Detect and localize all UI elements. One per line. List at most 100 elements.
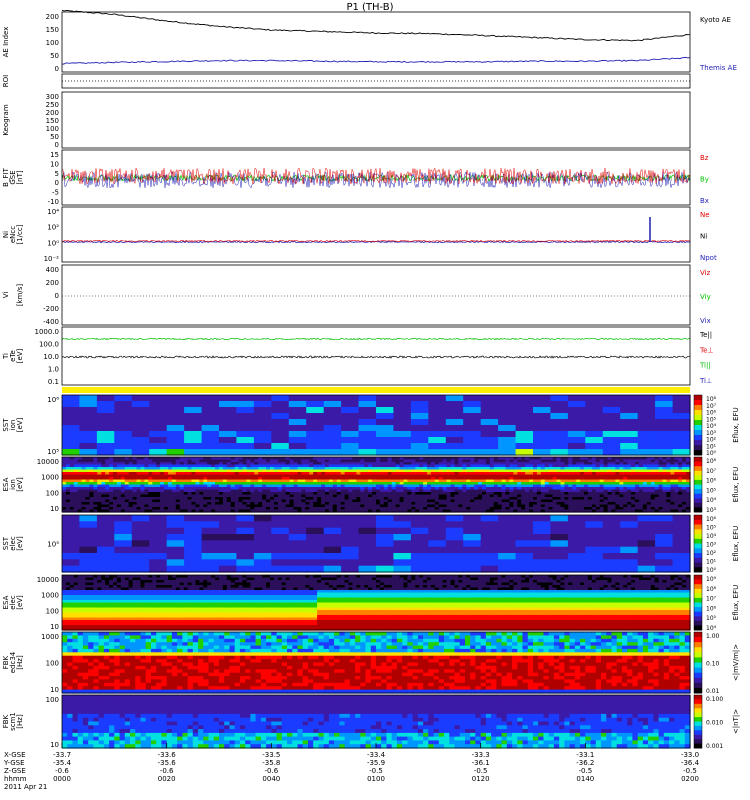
sst-elec-cells [62,515,691,573]
ae-ytick: 200 [46,13,59,21]
sst-elec-colorbar-tick: 10⁶ [706,516,717,523]
temperature-ytick: 10.0 [43,353,59,361]
fbk-e-colorbar-tick: 0.01 [706,688,720,695]
footer-x-value: -33.1 [576,751,594,759]
themis-overview-figure: P1 (TH-B) Kyoto AE Themis AE 200 150 100 50 0 A… [0,0,750,800]
sst-ion-cells [62,395,691,456]
sst-elec-ylabel3: [eV] [16,536,24,551]
velocity-ytick: -200 [43,305,59,313]
ae-ytick: 150 [46,26,59,34]
esa-ion-colorbar-tick: 10⁶ [706,478,717,485]
sst-ion-colorbar [693,394,703,456]
figure-canvas: P1 (TH-B) Kyoto AEThemis AE200150100500A… [2,2,740,791]
velocity-ylabel: Vi [2,292,10,299]
footer-t-value: 0020 [158,775,176,783]
footer-z-value: -0.5 [369,767,383,775]
footer-y-value: -36.2 [576,759,594,767]
temperature-ti-line [61,337,691,341]
density-ytick: 10² [47,224,59,232]
bfield-ytick: -10 [48,198,59,206]
keogram-ytick: 200 [46,109,59,117]
esa-elec-colorbar-tick: 10⁴ [706,625,717,632]
bfield-legend-1: By [700,176,709,184]
esa-ion-colorbar-tick: 10⁴ [706,497,717,504]
velocity-legend-2: Vix [700,317,711,325]
footer-y-value: -35.4 [53,759,72,767]
esa-ion-colorbar-tick: 10³ [706,507,717,514]
keogram-ytick: 250 [46,101,59,109]
sst-ion-zlabel: Eflux, EFU [732,407,740,442]
sst-elec-colorbar-tick: 10¹ [706,559,717,566]
temperature-legend-1: Te⊥ [699,346,714,354]
sst-ion-ytick: 10⁵ [47,448,59,456]
bfield-legend-0: Bz [700,154,709,162]
density-ylabel3: [1/cc] [16,224,24,244]
esa-elec-cells [62,575,691,631]
footer-row-label: X-GSE [4,751,26,759]
esa-elec-colorbar-tick: 10⁹ [706,576,717,583]
footer-x-value: -33.5 [262,751,280,759]
footer-t-value: 0120 [472,775,490,783]
figure-title: P1 (TH-B) [346,2,393,13]
esa-elec-ytick: 10000 [37,576,59,584]
footer-z-value: -0.5 [578,767,592,775]
sst-elec-colorbar [693,514,703,573]
esa-ion-colorbar [693,456,703,513]
esa-ion-ytick: 1000 [41,474,59,482]
temperature-ytick: 0.1 [48,378,59,386]
velocity-frame [61,264,691,326]
esa-elec-ylabel3: [eV] [16,595,24,610]
ae-ytick: 50 [50,52,59,60]
sst-ion-ytick: 10⁶ [47,396,59,404]
esa-ion-colorbar-tick: 10⁵ [706,487,717,494]
esa-elec-ytick: 10 [50,623,59,631]
keogram-ytick: 300 [46,93,59,101]
fbk-e-ytick: 1000 [41,633,59,641]
esa-elec-colorbar-tick: 10⁸ [706,586,717,593]
fbk-e-cells [62,632,691,694]
footer-t-value: 0100 [367,775,385,783]
velocity-ytick: 400 [46,266,59,274]
esa-ion-colorbar-tick: 10⁷ [706,468,717,475]
roi-ylabel: ROI [2,75,10,87]
esa-ion-zlabel: Eflux, EFU [732,467,740,502]
footer-x-value: -33.4 [367,751,386,759]
roi-frame [61,73,691,89]
sst-elec-colorbar-tick: 10⁰ [706,567,717,574]
keogram-ytick: 150 [46,117,59,125]
fbk-e-colorbar-tick: 0.10 [706,661,720,668]
footer-t-value: 0200 [681,775,699,783]
temperature-legend-3: Ti⊥ [699,377,712,385]
temperature-ytick: 1000.0 [35,328,60,336]
temperature-ytick: 1.0 [48,366,59,374]
footer-row-label: Y-GSE [3,759,25,767]
esa-elec-colorbar-tick: 10⁵ [706,615,717,622]
density-legend-2: Npot [700,254,717,262]
esa-elec-ytick: 100 [46,607,59,615]
esa-elec-colorbar-tick: 10⁷ [706,596,717,603]
density-legend-1: Ni [700,233,707,241]
keogram-ytick: 50 [50,133,59,141]
sst-elec-zlabel: Eflux, EFU [732,526,740,561]
sst-elec-colorbar-tick: 10⁴ [706,533,717,540]
footer-y-value: -36.1 [472,759,490,767]
density-ytick: 10⁰ [47,239,59,247]
esa-ion-ytick: 10000 [37,458,59,466]
sst-elec-colorbar-tick: 10² [706,550,717,557]
fbk-b-cells [62,695,691,749]
density-ne-line [61,239,691,243]
velocity-ytick: 200 [46,279,59,287]
bfield-legend-2: Bx [700,197,709,205]
fbk-e-zlabel: <|mV/m|> [732,644,740,681]
footer-x-value: -33.6 [158,751,177,759]
fbk-e-ytick: 100 [46,660,59,668]
velocity-legend-1: Viy [700,293,711,301]
velocity-ytick: 0 [55,292,59,300]
fbk-e-colorbar-tick: 1.00 [706,633,720,640]
footer-t-value: 0140 [576,775,594,783]
bfield-ytick: 5 [55,170,59,178]
density-ytick: 10⁻² [44,255,60,263]
footer-z-value: -0.5 [683,767,697,775]
temperature-ytick: 100.0 [39,341,59,349]
bfield-ytick: 10 [50,160,59,168]
